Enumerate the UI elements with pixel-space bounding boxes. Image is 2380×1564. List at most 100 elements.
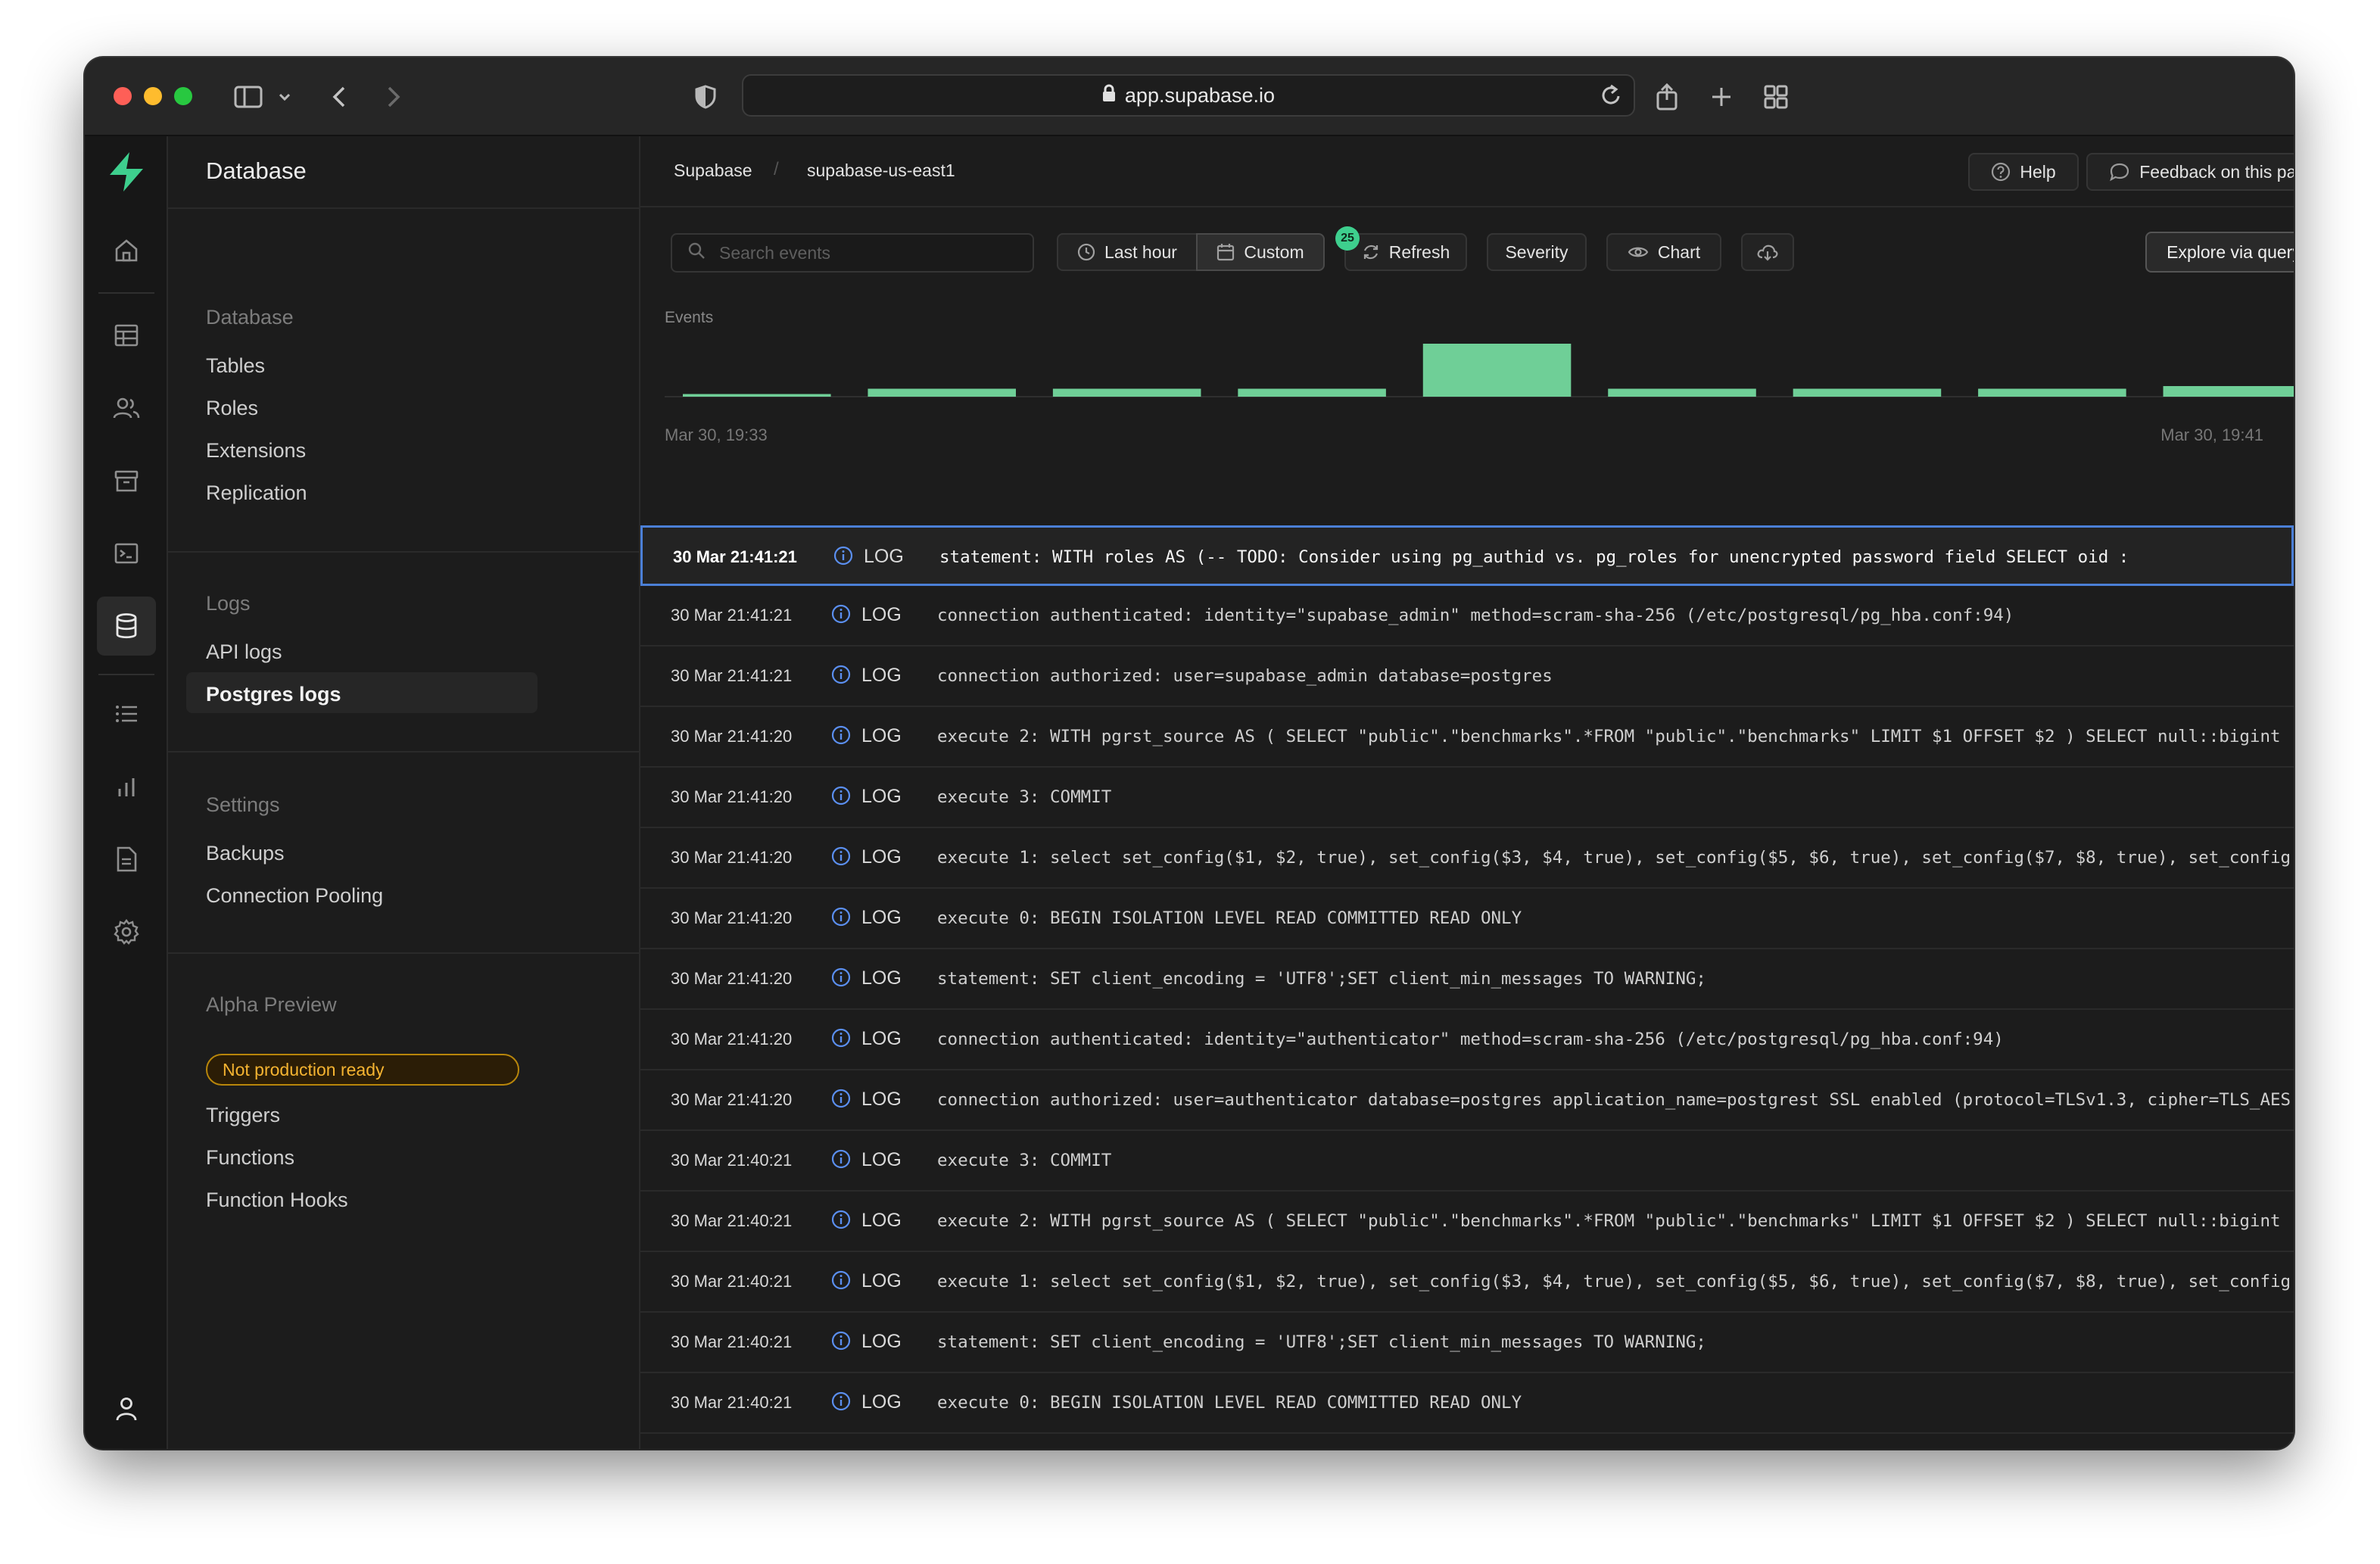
table-row[interactable]: 30 Mar 21:40:21 LOG execute 1: select set_… bbox=[640, 1252, 2294, 1313]
sidebar-item-tables[interactable]: Tables bbox=[206, 354, 265, 378]
chevron-down-icon[interactable] bbox=[276, 79, 294, 115]
table-editor-icon[interactable] bbox=[97, 306, 156, 365]
chart-bar[interactable] bbox=[1608, 388, 1756, 397]
help-label: Help bbox=[2020, 161, 2056, 182]
log-timestamp: 30 Mar 21:40:21 bbox=[671, 1332, 793, 1351]
reload-icon[interactable] bbox=[1600, 83, 1623, 113]
close-window-button[interactable] bbox=[114, 87, 132, 105]
log-timestamp: 30 Mar 21:41:20 bbox=[671, 848, 793, 867]
database-icon[interactable] bbox=[97, 597, 156, 656]
explore-via-query-button[interactable]: Explore via query bbox=[2145, 232, 2294, 273]
breadcrumb-org[interactable]: Supabase bbox=[674, 160, 752, 181]
refresh-button[interactable]: Refresh bbox=[1344, 233, 1467, 271]
table-row[interactable]: 30 Mar 21:41:20 LOG statement: SET client_… bbox=[640, 949, 2294, 1010]
log-message: statement: SET client_encoding = 'UTF8';… bbox=[937, 969, 1706, 989]
table-row[interactable]: 30 Mar 21:41:20 LOG execute 1: select set_… bbox=[640, 828, 2294, 889]
address-bar[interactable]: app.supabase.io bbox=[742, 74, 1635, 117]
rail-divider bbox=[98, 292, 154, 294]
sidebar-item-backups[interactable]: Backups bbox=[206, 842, 285, 865]
custom-range-button[interactable]: Custom bbox=[1196, 233, 1325, 271]
table-row[interactable]: 30 Mar 21:41:20 LOG execute 3: COMMIT bbox=[640, 768, 2294, 828]
log-timestamp: 30 Mar 21:41:21 bbox=[673, 547, 797, 566]
log-severity: LOG bbox=[861, 1210, 902, 1231]
reports-icon[interactable] bbox=[97, 757, 156, 816]
tab-overview-icon[interactable] bbox=[1761, 79, 1791, 115]
chart-bar[interactable] bbox=[1422, 344, 1572, 397]
supabase-logo-icon[interactable] bbox=[97, 142, 156, 201]
info-icon bbox=[831, 846, 851, 870]
table-row[interactable]: 30 Mar 21:41:21 LOG connection authorized:… bbox=[640, 646, 2294, 707]
table-row[interactable]: 30 Mar 21:41:21 LOG statement: WITH roles … bbox=[640, 525, 2294, 586]
sidebar-toggle-icon[interactable] bbox=[230, 79, 266, 115]
search-events-input[interactable]: Search events bbox=[671, 233, 1034, 273]
table-row[interactable]: 30 Mar 21:41:21 LOG connection authenticat… bbox=[640, 586, 2294, 646]
table-row[interactable]: 30 Mar 21:40:21 LOG execute 0: BEGIN ISOLA… bbox=[640, 1373, 2294, 1434]
chart-bar[interactable] bbox=[683, 394, 831, 397]
table-row[interactable]: 30 Mar 21:41:20 LOG execute 0: BEGIN ISOLA… bbox=[640, 889, 2294, 949]
sidebar-item-replication[interactable]: Replication bbox=[206, 481, 307, 505]
log-severity: LOG bbox=[861, 665, 902, 686]
table-row[interactable]: 30 Mar 21:40:21 LOG execute 3: COMMIT bbox=[640, 1131, 2294, 1192]
breadcrumb-project[interactable]: supabase-us-east1 bbox=[807, 160, 955, 181]
log-severity: LOG bbox=[861, 907, 902, 928]
sidebar-divider bbox=[168, 207, 639, 209]
sidebar-item-function-hooks[interactable]: Function Hooks bbox=[206, 1189, 348, 1212]
sidebar-item-functions[interactable]: Functions bbox=[206, 1146, 294, 1170]
settings-gear-icon[interactable] bbox=[97, 902, 156, 961]
table-row[interactable]: 30 Mar 21:41:20 LOG execute 2: WITH pgrst_… bbox=[640, 707, 2294, 768]
sidebar-item-connection-pooling[interactable]: Connection Pooling bbox=[206, 884, 383, 908]
chart-bar[interactable] bbox=[2163, 386, 2294, 397]
info-icon bbox=[831, 725, 851, 749]
users-icon[interactable] bbox=[97, 379, 156, 438]
info-icon bbox=[831, 1270, 851, 1294]
clock-icon bbox=[1077, 243, 1095, 261]
browser-window: app.supabase.io Database Database Tables… bbox=[85, 58, 2294, 1449]
new-tab-icon[interactable] bbox=[1706, 79, 1737, 115]
chart-bar[interactable] bbox=[1978, 388, 2126, 397]
share-icon[interactable] bbox=[1652, 79, 1682, 115]
severity-button[interactable]: Severity bbox=[1487, 233, 1587, 271]
search-placeholder: Search events bbox=[719, 242, 831, 263]
info-icon bbox=[831, 1331, 851, 1354]
log-severity: LOG bbox=[861, 1089, 902, 1110]
feedback-button[interactable]: Feedback on this page? bbox=[2086, 153, 2294, 191]
minimize-window-button[interactable] bbox=[144, 87, 162, 105]
home-icon[interactable] bbox=[97, 221, 156, 280]
table-row[interactable]: 30 Mar 21:40:21 LOG statement: SET client_… bbox=[640, 1313, 2294, 1373]
chart-bar[interactable] bbox=[1238, 388, 1386, 397]
log-message: connection authorized: user=supabase_adm… bbox=[937, 666, 1553, 686]
browser-titlebar: app.supabase.io bbox=[85, 58, 2294, 136]
chart-label: Chart bbox=[1657, 241, 1701, 262]
last-hour-button[interactable]: Last hour bbox=[1057, 233, 1198, 271]
log-timestamp: 30 Mar 21:40:21 bbox=[671, 1211, 793, 1230]
forward-icon[interactable] bbox=[380, 79, 407, 115]
back-icon[interactable] bbox=[326, 79, 353, 115]
sidebar-item-api-logs[interactable]: API logs bbox=[206, 640, 282, 664]
list-icon[interactable] bbox=[97, 684, 156, 743]
download-button[interactable] bbox=[1741, 233, 1794, 271]
log-message: execute 3: COMMIT bbox=[937, 787, 1112, 807]
sidebar-item-extensions[interactable]: Extensions bbox=[206, 439, 306, 463]
table-row[interactable]: 30 Mar 21:40:21 LOG execute 2: WITH pgrst_… bbox=[640, 1192, 2294, 1252]
sidebar-item-roles[interactable]: Roles bbox=[206, 397, 258, 420]
table-row[interactable]: 30 Mar 21:40:21LOGconnection authenticat… bbox=[640, 1434, 2294, 1449]
chart-bar[interactable] bbox=[1052, 388, 1201, 397]
chart-toggle-button[interactable]: Chart bbox=[1606, 233, 1721, 271]
privacy-shield-icon[interactable] bbox=[690, 79, 721, 115]
sql-editor-icon[interactable] bbox=[97, 524, 156, 583]
table-row[interactable]: 30 Mar 21:41:20 LOG connection authenticat… bbox=[640, 1010, 2294, 1070]
docs-icon[interactable] bbox=[97, 830, 156, 889]
maximize-window-button[interactable] bbox=[174, 87, 192, 105]
log-message: execute 0: BEGIN ISOLATION LEVEL READ CO… bbox=[937, 908, 1522, 928]
table-row[interactable]: 30 Mar 21:41:20 LOG connection authorized:… bbox=[640, 1070, 2294, 1131]
sidebar-item-postgres-logs[interactable]: Postgres logs bbox=[206, 683, 341, 706]
chart-bar[interactable] bbox=[1793, 388, 1942, 397]
chart-bar[interactable] bbox=[868, 388, 1016, 397]
sidebar-item-triggers[interactable]: Triggers bbox=[206, 1104, 280, 1127]
log-message: statement: SET client_encoding = 'UTF8';… bbox=[937, 1332, 1706, 1352]
user-account-icon[interactable] bbox=[97, 1379, 156, 1438]
storage-icon[interactable] bbox=[97, 451, 156, 510]
explore-label: Explore via query bbox=[2167, 241, 2294, 262]
sidebar-section-settings: Settings bbox=[206, 793, 280, 816]
help-button[interactable]: Help bbox=[1968, 153, 2079, 191]
